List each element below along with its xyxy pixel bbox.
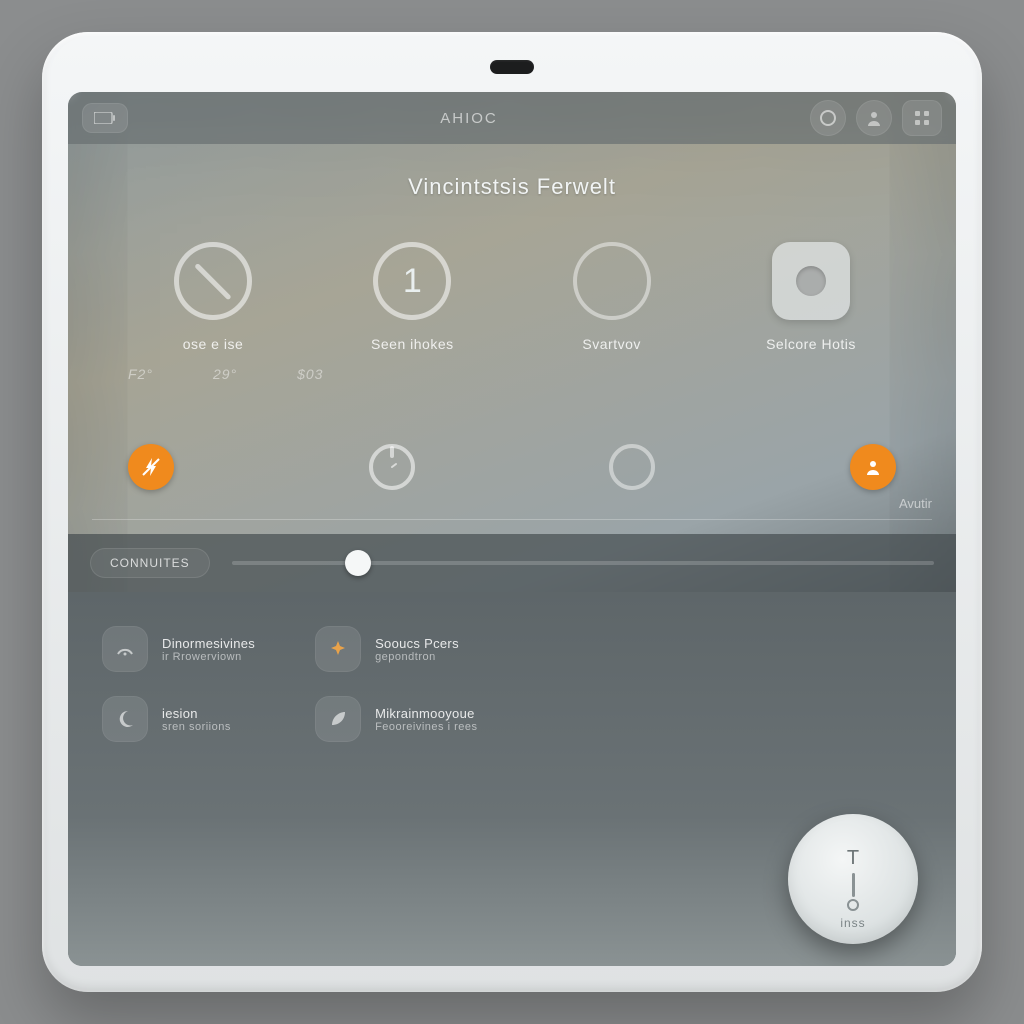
control-tile-3[interactable]: Svartvov: [527, 242, 697, 352]
list-item[interactable]: iesion sren soriions: [102, 696, 255, 742]
control-tile-4[interactable]: Selcore Hotis: [726, 242, 896, 352]
tile-digit: 1: [403, 262, 422, 301]
slider-chip[interactable]: CONNUITES: [90, 548, 210, 578]
user-icon: [865, 109, 883, 127]
main-controls-row: ose e ise 1 Seen ihokes Svartvov Selcore…: [68, 242, 956, 352]
item-badge: [102, 626, 148, 672]
readout-b: 29°: [213, 366, 237, 382]
grid-icon: [914, 110, 930, 126]
leaf-icon: [327, 708, 349, 730]
number-circle-icon: 1: [373, 242, 451, 320]
slider-thumb[interactable]: [345, 550, 371, 576]
list-item[interactable]: Dinormesivines ir Rrowerviown: [102, 626, 255, 672]
dial-label: inss: [840, 916, 865, 930]
bubble-icon: [819, 109, 837, 127]
control-tile-1[interactable]: ose e ise: [128, 242, 298, 352]
secondary-control-1[interactable]: [128, 444, 174, 490]
readout-c: $03: [297, 366, 323, 382]
status-left-pill[interactable]: [82, 103, 128, 133]
status-action-3[interactable]: [902, 100, 942, 136]
tile-label: Seen ihokes: [371, 336, 454, 352]
person-icon: [863, 457, 883, 477]
item-subtitle: ir Rrowerviown: [162, 651, 255, 663]
readout-row: F2° 29° $03: [68, 366, 956, 382]
secondary-control-4[interactable]: [850, 444, 896, 490]
front-camera: [490, 60, 534, 74]
tablet-device-frame: AHIOC Vincintstsis Ferwelt ose e ise: [42, 32, 982, 992]
item-badge: [315, 696, 361, 742]
status-bar: AHIOC: [68, 92, 956, 144]
screen: AHIOC Vincintstsis Ferwelt ose e ise: [68, 92, 956, 966]
secondary-controls-row: [68, 444, 956, 490]
ring-icon: [573, 242, 651, 320]
secondary-control-3[interactable]: [609, 444, 655, 490]
status-title: AHIOC: [440, 110, 498, 127]
item-subtitle: sren soriions: [162, 721, 231, 733]
status-action-1[interactable]: [810, 100, 846, 136]
battery-icon: [94, 112, 116, 124]
item-badge: [102, 696, 148, 742]
device-icon: [772, 242, 850, 320]
item-title: Mikrainmooyoue: [375, 706, 477, 721]
tile-label: ose e ise: [183, 336, 244, 352]
row-footer-label[interactable]: Avutir: [899, 496, 932, 511]
control-tile-2[interactable]: 1 Seen ihokes: [327, 242, 497, 352]
gauge-icon: [114, 638, 136, 660]
dial-letter: T: [847, 847, 859, 870]
status-action-2[interactable]: [856, 100, 892, 136]
temperature-dial[interactable]: T inss: [788, 814, 918, 944]
disable-icon: [174, 242, 252, 320]
divider: [92, 519, 932, 520]
item-title: Dinormesivines: [162, 636, 255, 651]
slider-track[interactable]: [232, 561, 934, 565]
item-badge: [315, 626, 361, 672]
sparkle-icon: [327, 638, 349, 660]
bottom-panel: Dinormesivines ir Rrowerviown iesion sre…: [68, 592, 956, 966]
slider-bar: CONNUITES: [68, 534, 956, 592]
tile-label: Selcore Hotis: [766, 336, 856, 352]
list-item[interactable]: Sooucs Pcers gepondtron: [315, 626, 477, 672]
timer-icon: [383, 458, 401, 476]
item-subtitle: gepondtron: [375, 651, 459, 663]
item-subtitle: Feooreivines i rees: [375, 721, 477, 733]
secondary-control-2[interactable]: [369, 444, 415, 490]
readout-a: F2°: [128, 366, 153, 382]
page-title: Vincintstsis Ferwelt: [68, 174, 956, 200]
moon-icon: [114, 708, 136, 730]
list-item[interactable]: Mikrainmooyoue Feooreivines i rees: [315, 696, 477, 742]
item-title: Sooucs Pcers: [375, 636, 459, 651]
tile-label: Svartvov: [582, 336, 640, 352]
dial-knob-icon: [847, 899, 859, 911]
dial-needle-icon: [852, 873, 855, 897]
bolt-slash-icon: [140, 456, 162, 478]
item-title: iesion: [162, 706, 231, 721]
